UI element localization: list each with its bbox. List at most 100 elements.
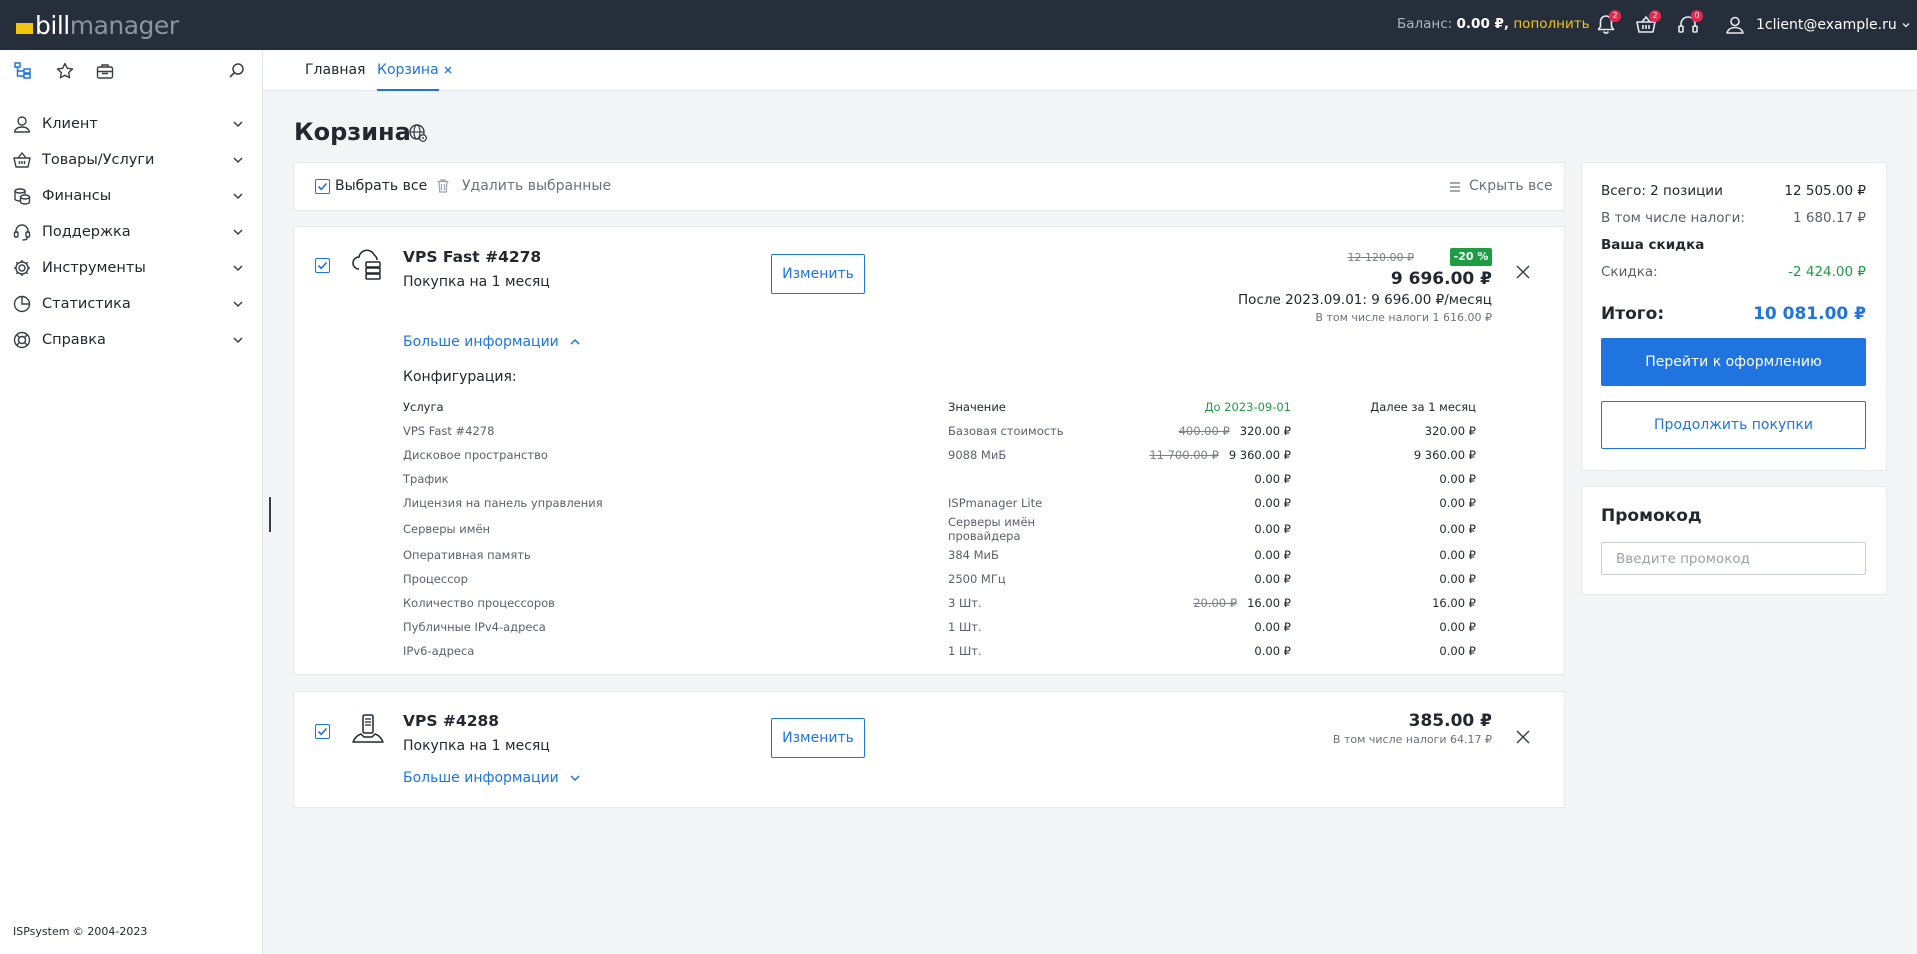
config-table: Услуга Значение До 2023-09-01 Далее за 1… [403,395,1476,663]
config-until: 0.00 ₽ [1108,543,1291,567]
item-period: Покупка на 1 месяц [403,274,550,290]
sidebar-item-finance[interactable]: Финансы [0,178,263,214]
config-value: ISPmanager Lite [948,496,1043,510]
logo[interactable]: bill manager [16,10,179,40]
summary-positions-value: 12 505.00 ₽ [1784,183,1866,199]
edit-button[interactable]: Изменить [771,718,865,758]
promo-code-input[interactable] [1601,542,1866,575]
item-checkbox[interactable] [315,724,330,739]
config-until-price: 0.00 ₽ [1254,572,1291,586]
support-button[interactable]: 0 [1675,10,1703,38]
topup-link[interactable]: пополнить [1513,16,1589,32]
col-until: До 2023-09-01 [1204,400,1291,414]
item-tax: В том числе налоги 64.17 ₽ [1332,733,1492,746]
summary-total: Итого: 10 081.00 ₽ [1601,304,1866,324]
sidebar-menu: Клиент Товары/Услуги Финансы Поддержка И… [0,106,263,358]
summary-total-positions: Всего: 2 позиции 12 505.00 ₽ [1601,183,1866,199]
chevron-down-icon [233,229,243,236]
search-icon [229,63,244,78]
col-next: Далее за 1 месяц [1370,400,1476,414]
config-service: IPv6-адреса [403,644,475,658]
config-next: 0.00 ₽ [1439,644,1476,658]
user-menu[interactable]: 1client@example.ru [1724,12,1911,38]
sidebar-item-support[interactable]: Поддержка [0,214,263,250]
services-button[interactable] [95,61,115,81]
config-service: Оперативная память [403,548,531,562]
summary-taxes-label: В том числе налоги: [1601,210,1745,226]
headset-icon [13,224,31,241]
config-until-price: 0.00 ₽ [1254,496,1291,510]
delete-selected-button[interactable]: Удалить выбранные [462,178,611,194]
select-all-label[interactable]: Выбрать все [335,178,427,194]
basket-icon [13,151,31,168]
more-info-toggle[interactable]: Больше информации [403,770,581,786]
config-until-price: 0.00 ₽ [1254,548,1291,562]
promo-title: Промокод [1601,506,1702,526]
config-until: 20.00 ₽ 16.00 ₽ [1108,591,1291,615]
config-next: 16.00 ₽ [1432,596,1476,610]
config-title: Конфигурация: [403,369,517,385]
config-value: 9088 МиБ [948,448,1007,462]
sidebar-item-help[interactable]: Справка [0,322,263,358]
list-icon [1450,182,1460,192]
sidebar-item-statistics[interactable]: Статистика [0,286,263,322]
config-next: 320.00 ₽ [1424,424,1476,438]
config-until: 0.00 ₽ [1108,639,1291,663]
config-value: 3 Шт. [948,596,982,610]
edit-button[interactable]: Изменить [771,254,865,294]
tab-cart[interactable]: Корзина [377,50,439,91]
config-value: Серверы имён провайдера [948,515,1036,543]
sidebar-item-tools[interactable]: Инструменты [0,250,263,286]
hide-all-button[interactable]: Скрыть все [1469,178,1553,194]
sidebar-item-products[interactable]: Товары/Услуги [0,142,263,178]
logo-text-manager: manager [69,10,179,40]
star-icon [56,62,74,79]
config-until-price: 16.00 ₽ [1247,596,1291,610]
config-service: Дисковое пространство [403,448,548,462]
select-all-checkbox[interactable] [315,179,330,194]
notifications-button[interactable]: 2 [1593,10,1621,38]
chevron-down-icon [233,265,243,272]
checkout-button[interactable]: Перейти к оформлению [1601,338,1866,386]
tab-close-icon[interactable] [442,64,454,76]
cloud-server-icon [352,249,381,280]
config-row: Серверы имён Серверы имён провайдера 0.00 … [403,515,1476,543]
cart-toolbar: Выбрать все Удалить выбранные Скрыть все [293,162,1565,211]
check-icon [317,727,328,736]
gear-icon [14,260,30,276]
balance-label: Баланс: [1397,16,1453,32]
config-service: VPS Fast #4278 [403,424,495,438]
server-hand-icon [352,714,384,743]
config-service: Серверы имён [403,522,491,536]
config-row: Оперативная память 384 МиБ 0.00 ₽ 0.00 ₽ [403,543,1476,567]
sidebar-item-label: Справка [42,332,106,348]
item-checkbox[interactable] [315,258,330,273]
sidebar-item-client[interactable]: Клиент [0,106,263,142]
favorites-button[interactable] [55,61,75,81]
config-next: 0.00 ₽ [1439,472,1476,486]
config-old-price: 400.00 ₽ [1178,424,1230,438]
config-row: Количество процессоров 3 Шт. 20.00 ₽ 16.00 … [403,591,1476,615]
sidebar-search-button[interactable] [227,61,247,81]
summary-your-discount: Ваша скидка [1601,237,1705,253]
item-name: VPS #4288 [403,712,500,730]
chevron-down-icon [1902,23,1910,28]
config-next: 0.00 ₽ [1439,496,1476,510]
sidebar-resize-handle[interactable] [269,497,271,532]
continue-shopping-button[interactable]: Продолжить покупки [1601,401,1866,449]
tree-view-button[interactable] [13,61,33,81]
support-badge: 0 [1691,10,1703,22]
globe-settings-icon[interactable] [408,123,428,143]
config-next: 9 360.00 ₽ [1413,448,1476,462]
summary-discount: Скидка: -2 424.00 ₽ [1601,264,1866,280]
cart-item: VPS #4288 Покупка на 1 месяц Изменить 38… [293,691,1565,808]
more-info-toggle[interactable]: Больше информации [403,334,581,350]
lifebuoy-icon [13,331,31,349]
close-icon[interactable] [1515,729,1531,745]
tab-home[interactable]: Главная [305,50,365,91]
cart-button[interactable]: 2 [1633,10,1661,38]
config-service: Количество процессоров [403,596,555,610]
page-title: Корзина [294,118,411,146]
config-until-price: 0.00 ₽ [1254,620,1291,634]
close-icon[interactable] [1515,264,1531,280]
